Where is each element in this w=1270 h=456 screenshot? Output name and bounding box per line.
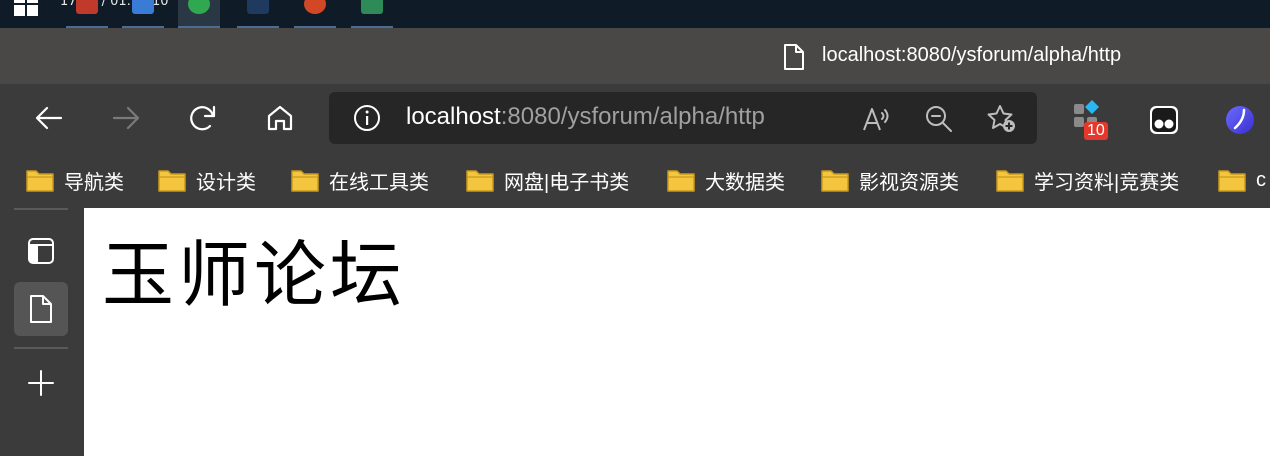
tab-panel-icon (28, 238, 54, 264)
folder-icon (291, 170, 319, 192)
bookmark-label: 设计类 (196, 171, 256, 194)
site-info-icon[interactable] (353, 104, 381, 132)
bookmark-label: 影视资源类 (859, 171, 959, 194)
tab-actions-menu-button[interactable] (14, 224, 68, 278)
sidebar-divider (14, 208, 68, 210)
zoom-out-button[interactable] (923, 103, 955, 135)
folder-icon (996, 170, 1024, 192)
chrome-icon (188, 0, 210, 14)
extension-badge: 10 (1084, 122, 1108, 140)
bookmarks-bar: 导航类 设计类 在线工具类 网盘|电子书类 大数据类 影视资源类 学习资料|竞赛… (0, 154, 1270, 208)
taskbar-app-powerpoint[interactable] (294, 0, 336, 28)
page-document-icon (784, 44, 804, 70)
home-icon (267, 105, 293, 131)
profile-extension-button[interactable] (1220, 100, 1260, 140)
folder-icon (1218, 170, 1246, 192)
taskbar-app-chrome[interactable] (178, 0, 220, 28)
pdf-app-icon (76, 0, 98, 14)
taskbar-app-pdf[interactable] (66, 0, 108, 28)
tampermonkey-extension-button[interactable] (1144, 100, 1184, 140)
bookmark-folder-6[interactable]: 学习资料|竞赛类 (995, 165, 1179, 195)
bookmark-label: c (1256, 168, 1266, 191)
bookmark-folder-7[interactable]: c (1217, 165, 1266, 195)
bookmark-folder-0[interactable]: 导航类 (25, 165, 124, 195)
os-taskbar: 17:51 / 01:52:10 (0, 0, 1270, 28)
folder-icon (821, 170, 849, 192)
arrow-left-icon (35, 106, 63, 130)
folder-icon (26, 170, 54, 192)
bookmark-folder-4[interactable]: 大数据类 (666, 165, 785, 195)
browser-title-bar: localhost:8080/ysforum/alpha/http (0, 28, 1270, 84)
sidebar-divider (14, 347, 68, 349)
taskbar-app-ide[interactable] (237, 0, 279, 28)
bookmark-label: 在线工具类 (329, 171, 429, 194)
bookmark-label: 大数据类 (705, 171, 785, 194)
star-add-icon (987, 105, 1015, 132)
page-document-icon (30, 295, 52, 323)
home-button[interactable] (260, 100, 300, 136)
url-host: localhost (406, 103, 501, 130)
vertical-tab-current[interactable] (14, 282, 68, 336)
image-app-icon (132, 0, 154, 14)
reload-button[interactable] (183, 100, 223, 136)
tampermonkey-icon (1150, 106, 1178, 134)
bookmark-folder-2[interactable]: 在线工具类 (290, 165, 429, 195)
powerpoint-icon (304, 0, 326, 14)
folder-icon (667, 170, 695, 192)
read-aloud-button[interactable] (860, 103, 892, 135)
ide-app-icon (247, 0, 269, 14)
browser-toolbar: localhost:8080/ysforum/alpha/http (0, 84, 1270, 154)
bookmark-label: 导航类 (64, 171, 124, 194)
url-path: :8080/ysforum/alpha/http (500, 103, 765, 130)
bookmark-folder-1[interactable]: 设计类 (157, 165, 256, 195)
bookmark-folder-5[interactable]: 影视资源类 (820, 165, 959, 195)
bookmark-folder-3[interactable]: 网盘|电子书类 (465, 165, 629, 195)
page-title: 玉师论坛 (102, 233, 407, 317)
tool-app-icon (361, 0, 383, 14)
gradient-circle-icon (1226, 106, 1254, 134)
vertical-tabs-sidebar (0, 208, 84, 456)
window-title: localhost:8080/ysforum/alpha/http (822, 44, 1122, 66)
windows-start-icon[interactable] (14, 0, 40, 16)
new-tab-button[interactable] (14, 356, 68, 410)
refresh-icon (190, 105, 216, 131)
plus-icon (28, 370, 54, 396)
zoom-out-icon (926, 106, 952, 132)
folder-icon (466, 170, 494, 192)
taskbar-app-tool[interactable] (351, 0, 393, 28)
taskbar-app-image[interactable] (122, 0, 164, 28)
folder-icon (158, 170, 186, 192)
add-favorite-button[interactable] (986, 103, 1018, 135)
page-viewport: 玉师论坛 (84, 208, 1270, 456)
read-aloud-icon (863, 108, 889, 131)
bookmark-label: 网盘|电子书类 (504, 171, 630, 194)
back-button[interactable] (29, 100, 69, 136)
arrow-right-icon (112, 106, 140, 130)
url-text[interactable]: localhost:8080/ysforum/alpha/http (406, 103, 765, 131)
forward-button[interactable] (106, 100, 146, 136)
address-bar[interactable]: localhost:8080/ysforum/alpha/http (329, 92, 1037, 144)
bookmark-label: 学习资料|竞赛类 (1034, 171, 1180, 194)
